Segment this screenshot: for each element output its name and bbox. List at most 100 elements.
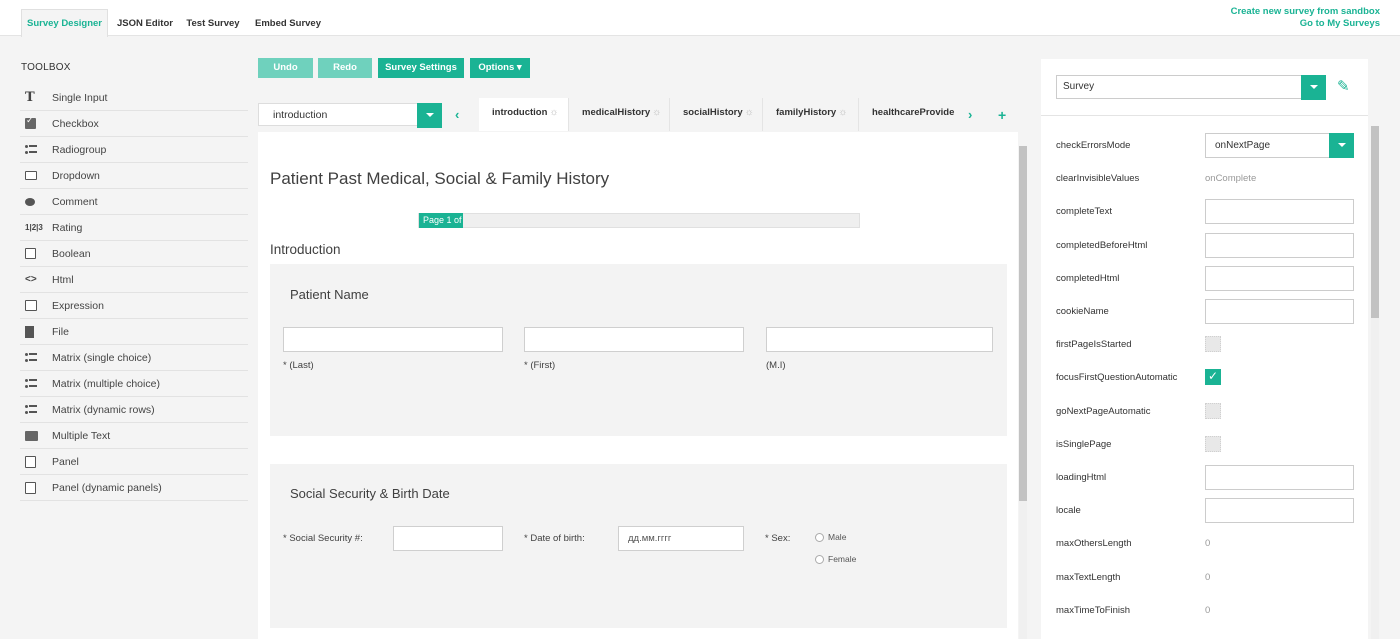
panel-title[interactable]: Social Security & Birth Date [290, 486, 450, 501]
gear-icon[interactable]: ☼ [745, 107, 754, 118]
toolbox-item-matrix-multiple[interactable]: Matrix (multiple choice) [20, 371, 248, 397]
page-tab-label: healthcareProvider [872, 107, 955, 118]
property-text-input[interactable] [1205, 465, 1354, 490]
toolbox-item-file[interactable]: File [20, 319, 248, 345]
last-name-input[interactable] [283, 327, 503, 352]
tab-embed-survey[interactable]: Embed Survey [250, 10, 326, 37]
toolbox-item-checkbox[interactable]: Checkbox [20, 111, 248, 137]
redo-button[interactable]: Redo [318, 58, 372, 78]
ssn-input[interactable] [393, 526, 503, 551]
toolbox-item-dropdown[interactable]: Dropdown [20, 163, 248, 189]
tab-survey-designer[interactable]: Survey Designer [21, 9, 108, 38]
property-text-input[interactable] [1205, 265, 1354, 291]
page-selector-value: introduction [273, 109, 328, 121]
property-checkbox[interactable] [1205, 402, 1221, 419]
gear-icon[interactable]: ☼ [652, 107, 661, 118]
toolbox-item-panel[interactable]: Panel [20, 449, 248, 475]
toolbox-item-matrix-single[interactable]: Matrix (single choice) [20, 345, 248, 371]
property-name: loadingHtml [1056, 472, 1107, 483]
page-tab-medicalhistory[interactable]: medicalHistory ☼ [569, 98, 670, 131]
create-survey-link[interactable]: Create new survey from sandbox [1231, 6, 1380, 17]
property-name: isSinglePage [1056, 438, 1112, 450]
chevron-right-icon[interactable]: › [968, 107, 972, 122]
first-name-input[interactable] [524, 327, 744, 352]
property-select[interactable]: onNextPage [1205, 133, 1354, 158]
toolbox: TOOLBOX T Single Input Checkbox Radiogro… [20, 62, 248, 501]
toolbox-item-matrix-dynamic[interactable]: Matrix (dynamic rows) [20, 397, 248, 423]
property-value[interactable]: 0 [1205, 538, 1210, 549]
property-text-input[interactable] [1205, 498, 1354, 524]
gear-icon[interactable]: ☼ [838, 107, 847, 118]
gear-icon[interactable]: ☼ [549, 107, 558, 118]
design-scrollbar[interactable] [1019, 146, 1027, 639]
progress-fill: Page 1 of [419, 213, 463, 228]
property-checkbox[interactable] [1205, 369, 1221, 386]
matrix-dynamic-icon [20, 403, 52, 417]
toolbox-item-radiogroup[interactable]: Radiogroup [20, 137, 248, 163]
undo-button[interactable]: Undo [258, 58, 313, 78]
toolbox-item-boolean[interactable]: Boolean [20, 241, 248, 267]
page-selector[interactable]: introduction [258, 103, 442, 128]
chevron-down-icon[interactable] [1301, 75, 1326, 100]
html-icon: <> [25, 274, 37, 285]
middle-initial-input[interactable] [766, 327, 993, 352]
page-title[interactable]: Introduction [270, 242, 341, 257]
property-value[interactable]: 0 [1205, 572, 1210, 583]
toolbox-item-panel-dynamic[interactable]: Panel (dynamic panels) [20, 475, 248, 501]
toolbox-item-expression[interactable]: Expression [20, 293, 248, 319]
property-name: goNextPageAutomatic [1056, 405, 1151, 417]
panel-title[interactable]: Patient Name [290, 287, 369, 302]
tab-test-survey[interactable]: Test Survey [182, 10, 244, 37]
tab-json-editor[interactable]: JSON Editor [112, 10, 178, 37]
property-name: maxTextLength [1056, 571, 1121, 583]
scrollbar-thumb[interactable] [1371, 126, 1379, 318]
property-name: maxOthersLength [1056, 538, 1132, 550]
property-row-cookiename: cookieName [1056, 299, 1354, 325]
radio-icon[interactable] [815, 532, 824, 542]
add-page-icon[interactable]: + [998, 107, 1006, 123]
page-tab-familyhistory[interactable]: familyHistory ☼ [763, 98, 859, 131]
chevron-left-icon[interactable]: ‹ [455, 107, 459, 122]
options-button[interactable]: Options ▾ [470, 58, 530, 78]
page-tab-healthcareprovider[interactable]: healthcareProvider [859, 98, 955, 131]
panel-dynamic-icon [20, 481, 52, 495]
property-checkbox[interactable] [1205, 435, 1221, 452]
panel-ssn-birth[interactable]: Social Security & Birth Date * Social Se… [270, 464, 1007, 628]
chevron-down-icon[interactable] [417, 103, 442, 128]
property-text-input[interactable] [1205, 232, 1354, 258]
property-checkbox[interactable] [1205, 336, 1221, 353]
survey-settings-button[interactable]: Survey Settings [378, 58, 464, 78]
property-text-input[interactable] [1205, 199, 1354, 225]
toolbox-item-rating[interactable]: 1|2|3 Rating [20, 215, 248, 241]
page-tab-socialhistory[interactable]: socialHistory ☼ [670, 98, 763, 131]
panel-icon [20, 455, 52, 469]
scrollbar-thumb[interactable] [1019, 146, 1027, 501]
object-selector[interactable]: Survey [1056, 75, 1326, 100]
toolbox-item-single-input[interactable]: T Single Input [20, 85, 248, 111]
property-value[interactable]: onComplete [1205, 173, 1256, 184]
sex-option-female[interactable]: Female [815, 554, 856, 564]
chevron-down-icon[interactable] [1329, 133, 1354, 158]
panel-patient-name[interactable]: Patient Name * (Last) * (First) (M.I) [270, 264, 1007, 436]
page-tab-introduction[interactable]: introduction ☼ [479, 98, 569, 131]
toolbox-item-label: File [52, 325, 69, 338]
my-surveys-link[interactable]: Go to My Surveys [1300, 18, 1380, 29]
properties-scrollbar[interactable] [1371, 126, 1379, 639]
radio-icon[interactable] [815, 554, 824, 564]
toolbox-item-label: Panel [52, 455, 79, 468]
toolbox-item-comment[interactable]: Comment [20, 189, 248, 215]
property-value[interactable]: 0 [1205, 605, 1210, 616]
matrix-multiple-icon [20, 377, 52, 391]
page-tab-label: socialHistory [683, 107, 743, 118]
page-tab-label: introduction [492, 107, 548, 118]
dob-input[interactable]: дд.мм.гггг [618, 526, 744, 551]
edit-pencil-icon[interactable]: ✎ [1337, 77, 1350, 95]
toolbox-item-multiple-text[interactable]: Multiple Text [20, 423, 248, 449]
toolbox-item-label: Radiogroup [52, 143, 107, 156]
toolbox-item-html[interactable]: <> Html [20, 267, 248, 293]
survey-title[interactable]: Patient Past Medical, Social & Family Hi… [270, 169, 609, 189]
property-row-gonextpageautomatic: goNextPageAutomatic [1056, 399, 1354, 425]
property-name: checkErrorsMode [1056, 140, 1131, 151]
property-text-input[interactable] [1205, 299, 1354, 324]
sex-option-male[interactable]: Male [815, 532, 846, 542]
